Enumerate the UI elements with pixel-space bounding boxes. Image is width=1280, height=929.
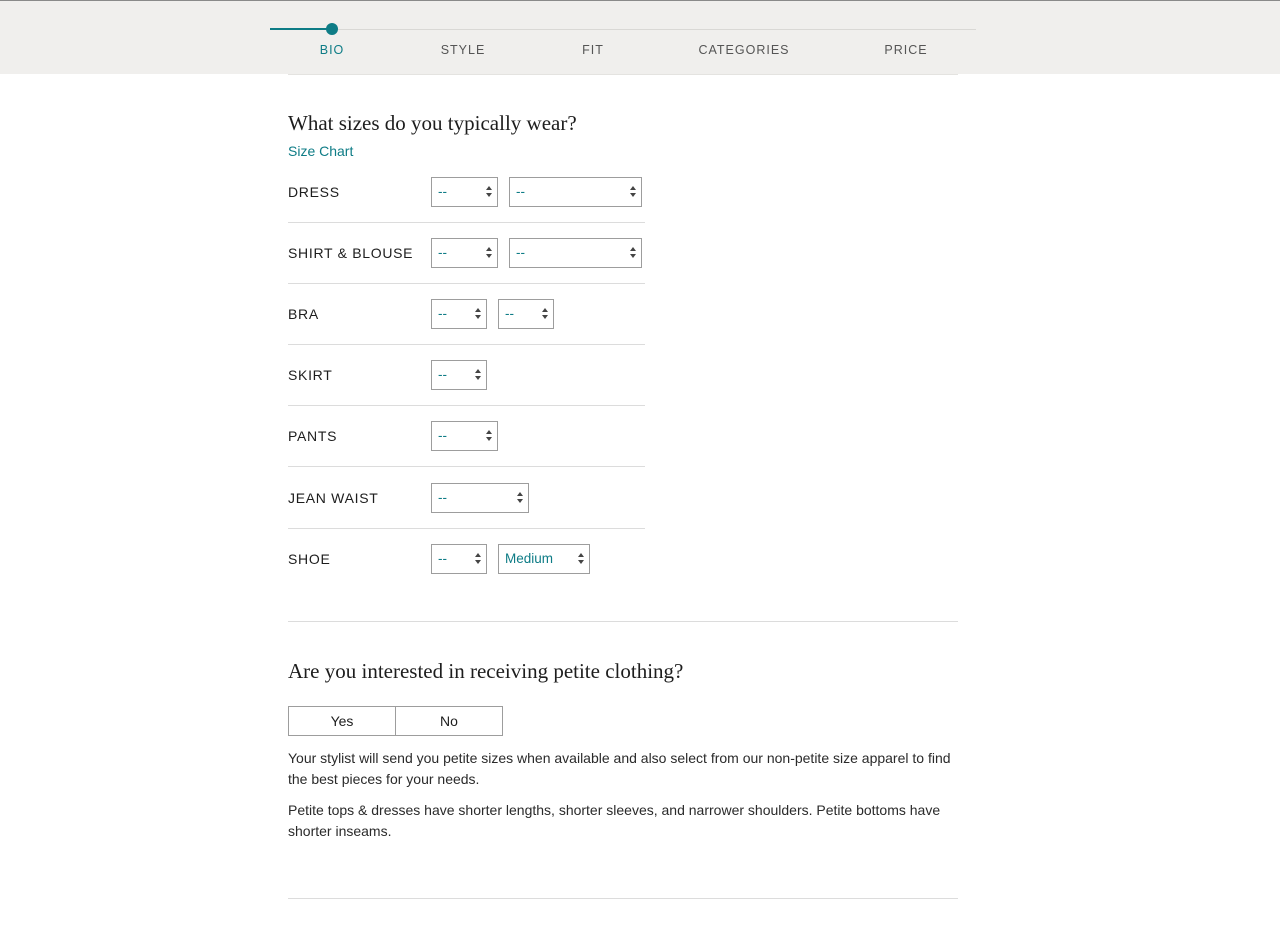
select-arrows-icon	[486, 247, 492, 260]
select-value: --	[438, 428, 447, 443]
row-divider	[288, 283, 645, 284]
progress-fill	[270, 28, 332, 30]
select-value: Medium	[505, 551, 554, 566]
bra-band-select[interactable]: --	[431, 299, 487, 329]
select-arrows-icon	[578, 553, 584, 566]
size-row-dress: DRESS -- --	[288, 177, 645, 238]
size-row-shirt-blouse: SHIRT & BLOUSE -- --	[288, 238, 645, 299]
pants-size-select[interactable]: --	[431, 421, 498, 451]
select-arrows-icon	[475, 369, 481, 382]
select-arrows-icon	[542, 308, 548, 321]
size-label: SHOE	[288, 551, 331, 567]
step-categories[interactable]: CATEGORIES	[698, 43, 789, 57]
size-label: SHIRT & BLOUSE	[288, 245, 414, 261]
size-label: JEAN WAIST	[288, 490, 379, 506]
row-divider	[288, 528, 645, 529]
select-value: --	[438, 551, 447, 566]
select-value: --	[516, 184, 525, 199]
petite-yes-button[interactable]: Yes	[289, 707, 395, 735]
select-arrows-icon	[475, 308, 481, 321]
step-bio[interactable]: BIO	[320, 43, 345, 57]
size-chart-link[interactable]: Size Chart	[288, 143, 353, 159]
select-arrows-icon	[486, 430, 492, 443]
size-label: DRESS	[288, 184, 340, 200]
step-style[interactable]: STYLE	[441, 43, 486, 57]
progress-dot	[326, 23, 338, 35]
progress-track	[270, 29, 976, 30]
shirt-fit-select[interactable]: --	[509, 238, 642, 268]
step-nav: BIO STYLE FIT CATEGORIES PRICE	[270, 43, 976, 61]
shoe-size-select[interactable]: --	[431, 544, 487, 574]
row-divider	[288, 466, 645, 467]
size-row-shoe: SHOE -- Medium	[288, 544, 645, 605]
size-row-pants: PANTS --	[288, 421, 645, 482]
petite-details: Petite tops & dresses have shorter lengt…	[288, 802, 941, 839]
bra-cup-select[interactable]: --	[498, 299, 554, 329]
size-label: PANTS	[288, 428, 338, 444]
select-value: --	[505, 306, 514, 321]
dress-size-select[interactable]: --	[431, 177, 498, 207]
size-row-jean-waist: JEAN WAIST --	[288, 483, 645, 544]
select-value: --	[438, 245, 447, 260]
select-arrows-icon	[630, 186, 636, 199]
size-label: BRA	[288, 306, 319, 322]
size-row-bra: BRA -- --	[288, 299, 645, 360]
dress-fit-select[interactable]: --	[509, 177, 642, 207]
petite-toggle: Yes No	[288, 706, 503, 736]
row-divider	[288, 222, 645, 223]
select-value: --	[438, 490, 447, 505]
shoe-width-select[interactable]: Medium	[498, 544, 590, 574]
size-row-skirt: SKIRT --	[288, 360, 645, 421]
sizes-question-title: What sizes do you typically wear?	[288, 111, 577, 135]
step-fit[interactable]: FIT	[582, 43, 604, 57]
select-value: --	[438, 367, 447, 382]
select-value: --	[516, 245, 525, 260]
header-divider	[288, 74, 958, 75]
select-arrows-icon	[517, 492, 523, 505]
size-label: SKIRT	[288, 367, 333, 383]
step-price[interactable]: PRICE	[884, 43, 927, 57]
select-value: --	[438, 184, 447, 199]
row-divider	[288, 344, 645, 345]
select-value: --	[438, 306, 447, 321]
petite-description: Your stylist will send you petite sizes …	[288, 750, 951, 787]
row-divider	[288, 405, 645, 406]
shirt-size-select[interactable]: --	[431, 238, 498, 268]
skirt-size-select[interactable]: --	[431, 360, 487, 390]
petite-question-title: Are you interested in receiving petite c…	[288, 659, 684, 683]
section-divider	[288, 621, 958, 622]
onboarding-header: BIO STYLE FIT CATEGORIES PRICE	[0, 0, 1280, 74]
select-arrows-icon	[630, 247, 636, 260]
petite-no-button[interactable]: No	[395, 707, 502, 735]
section-divider	[288, 898, 958, 899]
jean-waist-select[interactable]: --	[431, 483, 529, 513]
select-arrows-icon	[475, 553, 481, 566]
select-arrows-icon	[486, 186, 492, 199]
